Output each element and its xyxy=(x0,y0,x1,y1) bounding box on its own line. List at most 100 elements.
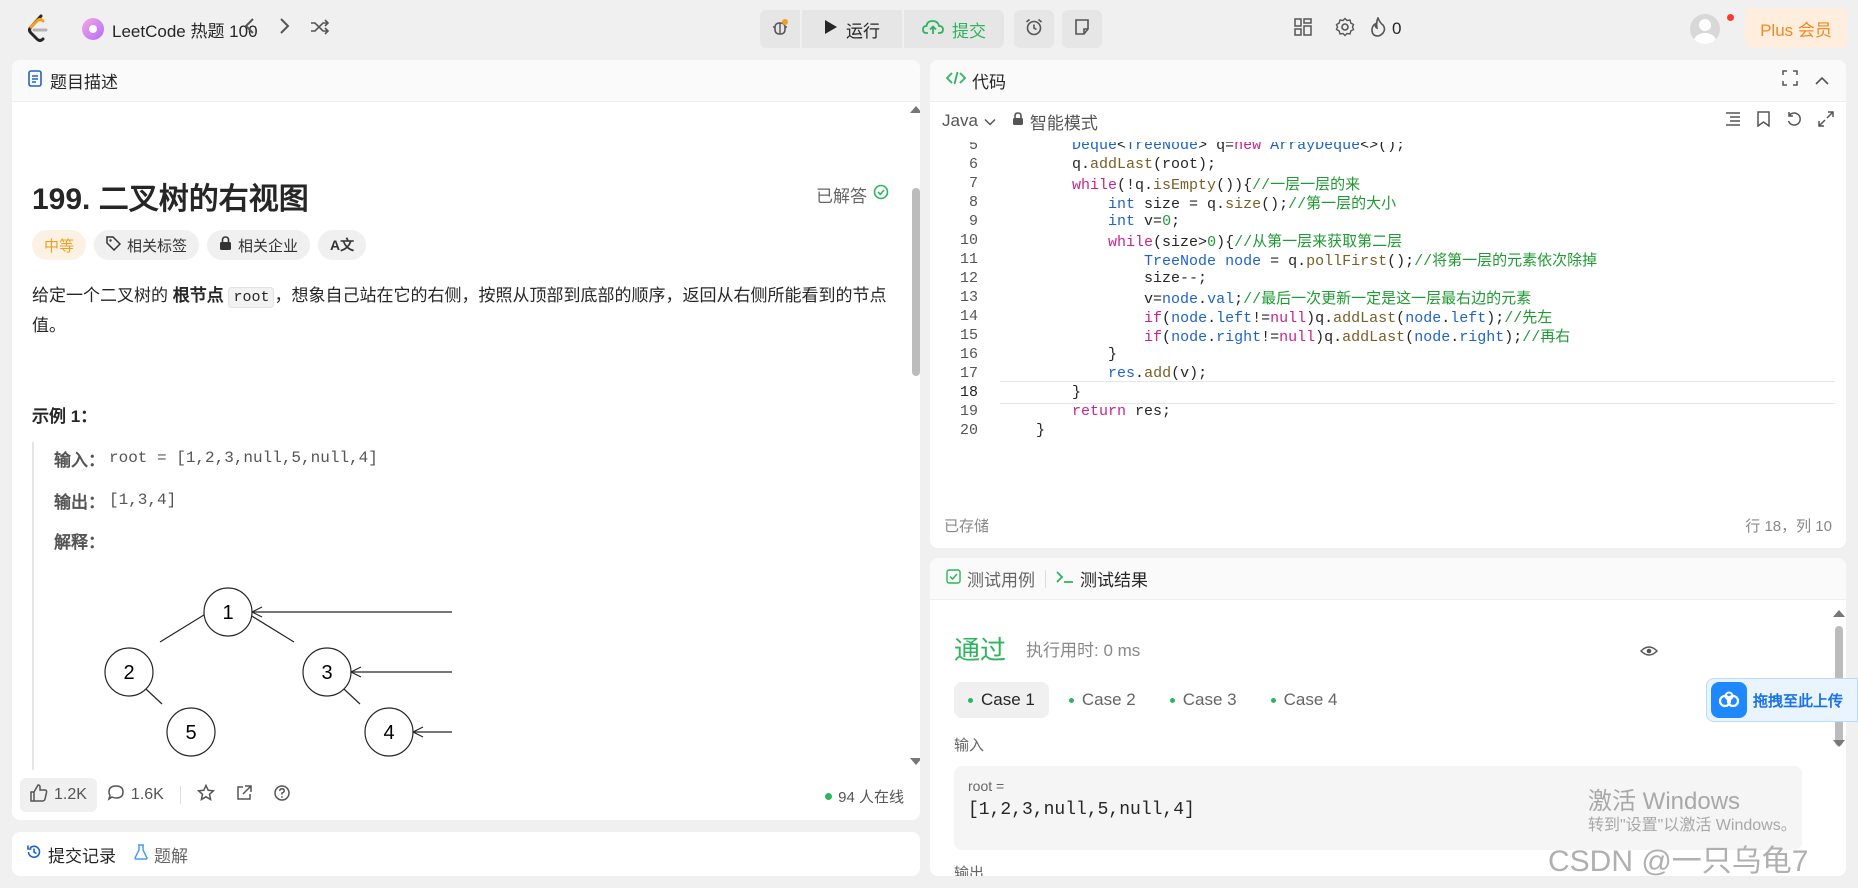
case-tab-2[interactable]: Case 2 xyxy=(1055,682,1150,718)
activate-title: 激活 Windows xyxy=(1588,788,1741,815)
language-select[interactable]: Java xyxy=(942,111,996,131)
example-explanation: 解释： xyxy=(54,524,792,556)
online-count: 94 人在线 xyxy=(825,786,904,807)
thumbs-up-icon xyxy=(30,783,48,807)
output-section-label: 输出 xyxy=(954,865,985,876)
chevron-left-icon xyxy=(243,17,255,41)
fullscreen-icon[interactable] xyxy=(1818,110,1834,132)
chevron-up-icon[interactable] xyxy=(1814,71,1830,91)
comment-count: 1.6K xyxy=(130,786,164,803)
execution-time: 执行用时: 0 ms xyxy=(1026,641,1141,660)
description-footer: 1.2K 1.6K 94 人在线 xyxy=(12,770,920,820)
random-problem-button[interactable] xyxy=(305,14,335,44)
like-button[interactable]: 1.2K xyxy=(20,778,97,812)
reset-icon[interactable] xyxy=(1786,111,1802,132)
code-brackets-icon xyxy=(945,70,967,91)
top-bar: LeetCode 热题 100 运行 提交 0 Plus 会员 xyxy=(0,0,1858,58)
example-title: 示例 1： xyxy=(32,407,98,426)
description-scrollbar[interactable] xyxy=(910,106,920,766)
example-output: 输出： [1,3,4] xyxy=(54,484,792,516)
scroll-down-arrow-icon[interactable] xyxy=(910,758,920,765)
notes-button[interactable] xyxy=(1062,10,1102,48)
related-companies-label: 相关企业 xyxy=(238,237,299,255)
maximize-icon[interactable] xyxy=(1782,70,1798,91)
bottom-tab-bar: 提交记录 题解 xyxy=(12,832,920,876)
test-panel-scrollbar[interactable] xyxy=(1833,610,1845,876)
smart-mode-label: 智能模式 xyxy=(1029,113,1098,133)
related-tags-button[interactable]: 相关标签 xyxy=(94,230,200,260)
code-panel: 代码 Java 智能模式 5 Deque<TreeNode> q=new Arr… xyxy=(930,60,1846,548)
solutions-tab[interactable]: 题解 xyxy=(134,842,188,867)
share-button[interactable] xyxy=(225,778,263,812)
case-tab-1[interactable]: Case 1 xyxy=(954,682,1049,718)
favorite-button[interactable] xyxy=(187,778,225,812)
fire-icon xyxy=(1370,15,1386,42)
code-tab-header: 代码 xyxy=(930,60,1846,102)
divider xyxy=(179,786,181,804)
next-problem-button[interactable] xyxy=(270,14,300,44)
leetcode-logo-icon[interactable] xyxy=(24,12,54,46)
description-tab[interactable]: 题目描述 xyxy=(12,60,920,102)
test-result-tab[interactable]: 测试结果 xyxy=(1056,566,1148,591)
problem-statement: 给定一个二叉树的 根节点 root ，想象自己站在它的右侧，按照从顶部到底部的顺序… xyxy=(32,282,892,340)
case-tab-4[interactable]: Case 4 xyxy=(1257,682,1352,718)
binary-tree-diagram: 1 2 3 5 4 xyxy=(104,587,452,757)
testcase-tab[interactable]: 测试用例 xyxy=(946,566,1035,591)
example-input: 输入： root = [1,2,3,null,5,null,4] xyxy=(54,442,792,474)
problem-tags: 中等 相关标签 相关企业 A文 xyxy=(32,230,367,260)
case-pass-dot xyxy=(968,697,973,703)
cloud-upload-icon xyxy=(922,19,944,40)
example-output-label: 输出： xyxy=(54,492,105,512)
comment-icon xyxy=(107,784,125,807)
layout-button[interactable] xyxy=(1288,14,1318,44)
checkbox-icon xyxy=(946,568,961,589)
description-content: 199. 二叉树的右视图 已解答 中等 相关标签 相关企业 A文 给定一个二叉树… xyxy=(12,102,906,770)
example-input-label: 输入： xyxy=(54,450,105,470)
streak-counter[interactable]: 0 xyxy=(1370,14,1401,44)
submissions-tab-label: 提交记录 xyxy=(48,846,116,866)
submissions-tab[interactable]: 提交记录 xyxy=(26,842,116,867)
help-button[interactable] xyxy=(263,778,301,812)
code-tab-label: 代码 xyxy=(972,73,1006,92)
submit-button[interactable]: 提交 xyxy=(904,10,1004,48)
tree-node-label: 2 xyxy=(123,662,134,684)
check-circle-icon xyxy=(873,184,889,205)
settings-button[interactable] xyxy=(1330,14,1360,44)
prev-problem-button[interactable] xyxy=(234,14,264,44)
code-tab[interactable]: 代码 xyxy=(945,68,1006,93)
like-count: 1.2K xyxy=(54,786,87,803)
bug-icon xyxy=(771,18,789,41)
difficulty-badge[interactable]: 中等 xyxy=(32,230,87,260)
related-companies-button[interactable]: 相关企业 xyxy=(207,230,311,260)
plus-membership-button[interactable]: Plus 会员 xyxy=(1745,8,1847,48)
solved-status: 已解答 xyxy=(816,182,889,207)
baidu-upload-widget[interactable]: 拖拽至此上传 xyxy=(1706,678,1858,722)
scroll-up-arrow-icon[interactable] xyxy=(910,106,920,113)
debug-button[interactable] xyxy=(760,10,800,48)
play-icon xyxy=(824,19,838,40)
case-label: Case 2 xyxy=(1081,690,1136,709)
eye-icon[interactable] xyxy=(1640,644,1658,662)
tag-icon xyxy=(106,235,122,255)
scroll-down-arrow-icon[interactable] xyxy=(1833,740,1845,747)
scroll-up-arrow-icon[interactable] xyxy=(1833,610,1845,617)
cursor-position: 行 18，列 10 xyxy=(1745,517,1832,535)
statement-bold: 根节点 xyxy=(172,286,224,305)
timer-button[interactable] xyxy=(1014,10,1054,48)
run-button[interactable]: 运行 xyxy=(802,10,902,48)
code-editor[interactable]: 5 Deque<TreeNode> q=new ArrayDeque<>(); … xyxy=(930,142,1846,502)
scrollbar-thumb[interactable] xyxy=(912,188,920,376)
smart-mode-toggle[interactable]: 智能模式 xyxy=(1012,109,1098,134)
comments-button[interactable]: 1.6K xyxy=(97,778,174,812)
translate-icon: A文 xyxy=(330,237,355,253)
case-tab-3[interactable]: Case 3 xyxy=(1156,682,1251,718)
solutions-tab-label: 题解 xyxy=(154,846,188,866)
format-icon[interactable] xyxy=(1725,111,1741,131)
translate-button[interactable]: A文 xyxy=(318,230,367,260)
problem-list-title[interactable]: LeetCode 热题 100 xyxy=(82,14,258,44)
bookmark-icon[interactable] xyxy=(1757,110,1770,132)
question-circle-icon xyxy=(273,784,291,807)
avatar[interactable] xyxy=(1690,14,1720,44)
example-input-value: root = [1,2,3,null,5,null,4] xyxy=(109,449,378,467)
code-line: 20 } xyxy=(959,421,1046,439)
